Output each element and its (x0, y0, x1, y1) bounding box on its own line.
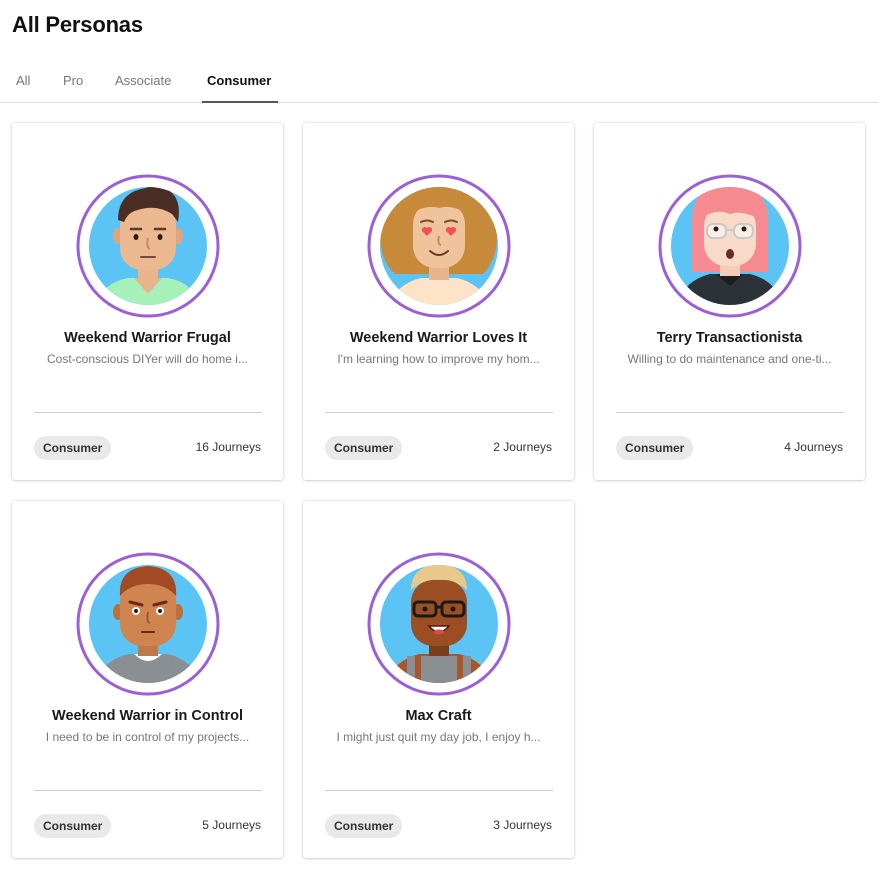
journey-count: 2 Journeys (493, 440, 552, 454)
persona-name: Max Craft (405, 708, 472, 724)
woman-pink-hair-glasses-avatar-icon (658, 174, 802, 318)
active-tab-indicator (202, 101, 278, 103)
card-divider (34, 412, 262, 413)
man-brown-hair-avatar-icon (76, 174, 220, 318)
persona-name: Weekend Warrior in Control (52, 708, 243, 724)
card-divider (34, 790, 262, 791)
persona-description: I need to be in control of my projects..… (45, 730, 250, 744)
woman-heart-eyes-avatar-icon (367, 174, 511, 318)
persona-card[interactable]: Max Craft I might just quit my day job, … (303, 501, 574, 858)
persona-name: Weekend Warrior Frugal (64, 330, 231, 346)
journey-count: 3 Journeys (493, 818, 552, 832)
persona-card[interactable]: Weekend Warrior Frugal Cost-conscious DI… (12, 123, 283, 480)
persona-card[interactable]: Terry Transactionista Willing to do main… (594, 123, 865, 480)
persona-description: Cost-conscious DIYer will do home i... (47, 352, 248, 366)
persona-type-badge: Consumer (34, 436, 112, 460)
persona-type-badge: Consumer (325, 436, 403, 460)
journey-count: 4 Journeys (784, 440, 843, 454)
page-title: All Personas (12, 12, 143, 37)
journey-count: 5 Journeys (202, 818, 261, 832)
persona-type-badge: Consumer (616, 436, 694, 460)
persona-tabs: All Pro Associate Consumer (0, 60, 878, 103)
tab-pro[interactable]: Pro (59, 73, 87, 101)
card-divider (325, 790, 553, 791)
tab-all[interactable]: All (12, 73, 34, 101)
card-divider (616, 412, 844, 413)
persona-type-badge: Consumer (325, 814, 403, 838)
man-auburn-hair-avatar-icon (76, 552, 220, 696)
card-divider (325, 412, 553, 413)
man-glasses-overalls-avatar-icon (367, 552, 511, 696)
persona-card[interactable]: Weekend Warrior in Control I need to be … (12, 501, 283, 858)
tab-consumer[interactable]: Consumer (203, 73, 275, 101)
persona-name: Terry Transactionista (656, 330, 803, 346)
persona-card[interactable]: Weekend Warrior Loves It I'm learning ho… (303, 123, 574, 480)
persona-name: Weekend Warrior Loves It (349, 330, 528, 346)
persona-type-badge: Consumer (34, 814, 112, 838)
persona-description: I'm learning how to improve my hom... (337, 352, 540, 366)
tab-associate[interactable]: Associate (111, 73, 175, 101)
persona-description: Willing to do maintenance and one-ti... (627, 352, 832, 366)
persona-description: I might just quit my day job, I enjoy h.… (336, 730, 541, 744)
journey-count: 16 Journeys (195, 440, 261, 454)
